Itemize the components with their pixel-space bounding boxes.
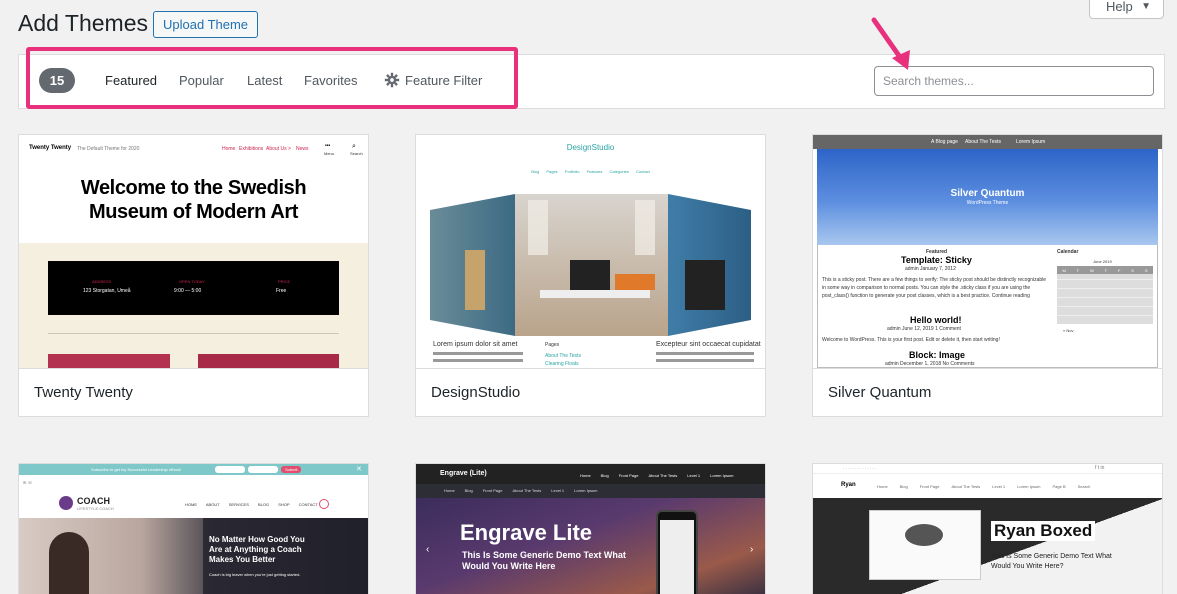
preview-sub: This Is Some Generic Demo Text What Woul… — [462, 550, 626, 571]
tab-popular[interactable]: Popular — [179, 73, 224, 88]
theme-card-silver-quantum[interactable]: A Blog page About The Tests Lorem Ipsum … — [812, 134, 1163, 417]
preview-calendar-prev: « Nov — [1063, 328, 1074, 333]
preview-prev-icon: ‹ — [426, 544, 430, 555]
search-themes-input[interactable] — [874, 66, 1154, 96]
theme-screenshot: Twenty Twenty The Default Theme for 2020… — [19, 135, 368, 368]
preview-post-text: This is a sticky post. There are a few t… — [822, 277, 1047, 299]
preview-post-title: Block: Image — [909, 350, 966, 360]
preview-menu-label: Menu — [324, 151, 335, 156]
preview-info-label: PRICE — [278, 279, 291, 284]
preview-logo-sub: LIFESTYLE COACH — [77, 506, 114, 511]
preview-calendar-month: June 2019 — [1093, 259, 1112, 264]
theme-screenshot: DesignStudio Blog Pages Portfolio Featur… — [416, 135, 765, 368]
theme-card-designstudio[interactable]: DesignStudio Blog Pages Portfolio Featur… — [415, 134, 766, 417]
preview-site-title: Silver Quantum — [950, 188, 1025, 199]
preview-logo-mark — [59, 496, 73, 510]
preview-link: Clearing Floats — [545, 361, 579, 367]
preview-nav-item: Exhibitions — [239, 146, 264, 152]
theme-screenshot: Engrave (Lite) Home Blog Front Page About T… — [416, 464, 765, 594]
theme-card-engrave-lite[interactable]: Engrave (Lite) Home Blog Front Page About T… — [415, 463, 766, 594]
caret-down-icon: ▼ — [1141, 1, 1151, 12]
preview-hero-image — [430, 194, 751, 336]
preview-headline: Welcome to the Swedish — [80, 177, 307, 199]
theme-name: Twenty Twenty — [19, 368, 368, 416]
preview-next-icon: › — [750, 544, 754, 555]
preview-logo: Ryan — [841, 482, 856, 488]
preview-logo: DesignStudio — [566, 143, 615, 152]
preview-nav: Home Blog Front Page About The Tests Level 1… — [580, 472, 734, 478]
preview-search-label: Search — [350, 151, 363, 156]
preview-calendar-title: Calendar — [1057, 249, 1079, 255]
preview-top-bar: ✉ ☏ — [23, 480, 33, 485]
preview-nav: Home Blog Front Page About The Tests Level 1… — [877, 484, 1091, 489]
preview-nav: HOME ABOUT SERVICES BLOG SHOP CONTACT — [185, 502, 318, 507]
preview-headline: Museum of Modern Art — [88, 201, 299, 223]
tab-favorites[interactable]: Favorites — [304, 73, 357, 88]
preview-post-title: Hello world! — [910, 315, 962, 325]
preview-sub: Coach is big leaver when you're just get… — [209, 572, 301, 577]
theme-name: Silver Quantum — [813, 368, 1162, 416]
preview-nav-item: Lorem Ipsum — [1016, 139, 1046, 145]
preview-col-title: Lorem ipsum dolor sit amet — [433, 341, 518, 348]
preview-post-text: Welcome to WordPress. This is your first… — [822, 337, 1000, 343]
preview-nav-item: About The Tests — [965, 139, 1001, 145]
preview-info-value: 123 Storgatan, Umeå — [83, 288, 131, 294]
theme-screenshot: Subscribe to get my Successful Leadershi… — [19, 464, 368, 594]
preview-sub: This Is Some Generic Demo Text What Woul… — [991, 553, 1112, 570]
tab-latest[interactable]: Latest — [247, 73, 282, 88]
preview-nav: Blog Pages Portfolio Features Categories… — [531, 169, 650, 174]
preview-post-meta: admin January 7, 2012 — [905, 266, 956, 272]
theme-card-coach[interactable]: Subscribe to get my Successful Leadershi… — [18, 463, 369, 594]
preview-nav-item: A Blog page — [931, 139, 958, 145]
preview-logo: COACH — [77, 496, 110, 506]
preview-post-meta: admin December 1, 2018 No Comments — [885, 361, 975, 367]
preview-calendar-days: MTWTFSS — [1057, 266, 1153, 274]
preview-link: About The Tests — [545, 353, 581, 359]
preview-nav-item: News — [296, 146, 309, 152]
preview-hero — [813, 498, 1162, 594]
preview-tagline: The Default Theme for 2020 — [77, 146, 140, 152]
preview-site-name: Twenty Twenty — [29, 145, 72, 151]
preview-logo: Engrave (Lite) — [440, 470, 487, 477]
preview-post-meta: admin June 12, 2019 1 Comment — [887, 326, 961, 332]
preview-post-title: Template: Sticky — [901, 255, 972, 265]
annotation-arrow — [871, 17, 910, 70]
page-title: Add Themes — [18, 10, 148, 36]
preview-info-value: Free — [276, 288, 287, 294]
theme-screenshot: · · · · · · · · · · · · · · f t in Ryan … — [813, 464, 1162, 594]
preview-info-label: ADDRESS — [92, 279, 112, 284]
theme-count-badge: 15 — [39, 68, 75, 93]
preview-col-title: Pages — [545, 342, 560, 348]
preview-banner-button: Submit — [281, 466, 302, 473]
preview-menu-dots: ••• — [325, 143, 331, 149]
preview-close-icon: ✕ — [356, 466, 362, 473]
theme-screenshot: A Blog page About The Tests Lorem Ipsum … — [813, 135, 1162, 368]
theme-card-ryan-boxed[interactable]: · · · · · · · · · · · · · · f t in Ryan … — [812, 463, 1163, 594]
preview-headline: Ryan Boxed — [991, 521, 1096, 541]
help-label: Help — [1106, 0, 1133, 14]
theme-name: DesignStudio — [416, 368, 765, 416]
preview-top-links: · · · · · · · · · · · · · · — [843, 466, 877, 471]
preview-subnav: Home Blog Front Page About The Tests Level 1… — [444, 488, 598, 493]
tab-featured[interactable]: Featured — [105, 73, 157, 88]
preview-hero-image — [416, 498, 765, 594]
preview-nav-item: Home — [222, 146, 236, 152]
preview-info-value: 9:00 — 5:00 — [174, 288, 202, 294]
preview-nav-item: About Us > — [266, 146, 291, 152]
preview-social-icons: f t in — [1095, 465, 1105, 471]
preview-subtitle: WordPress Theme — [966, 200, 1009, 206]
preview-banner: Subscribe to get my Successful Leadershi… — [91, 467, 182, 472]
upload-theme-button[interactable]: Upload Theme — [153, 11, 259, 38]
preview-info-label: OPEN TODAY — [179, 279, 205, 284]
preview-search-icon: ⌕ — [352, 143, 356, 150]
preview-headline: No Matter How Good You Are at Anything a… — [209, 535, 305, 564]
preview-col-title: Excepteur sint occaecat cupidatat — [656, 341, 761, 348]
gear-icon — [384, 72, 400, 88]
help-button[interactable]: Help ▼ — [1089, 0, 1164, 19]
theme-card-twenty-twenty[interactable]: Twenty Twenty The Default Theme for 2020… — [18, 134, 369, 417]
preview-calendar-grid — [1057, 266, 1153, 324]
feature-filter-button[interactable]: Feature Filter — [405, 73, 482, 88]
preview-headline: Engrave Lite — [460, 520, 593, 545]
